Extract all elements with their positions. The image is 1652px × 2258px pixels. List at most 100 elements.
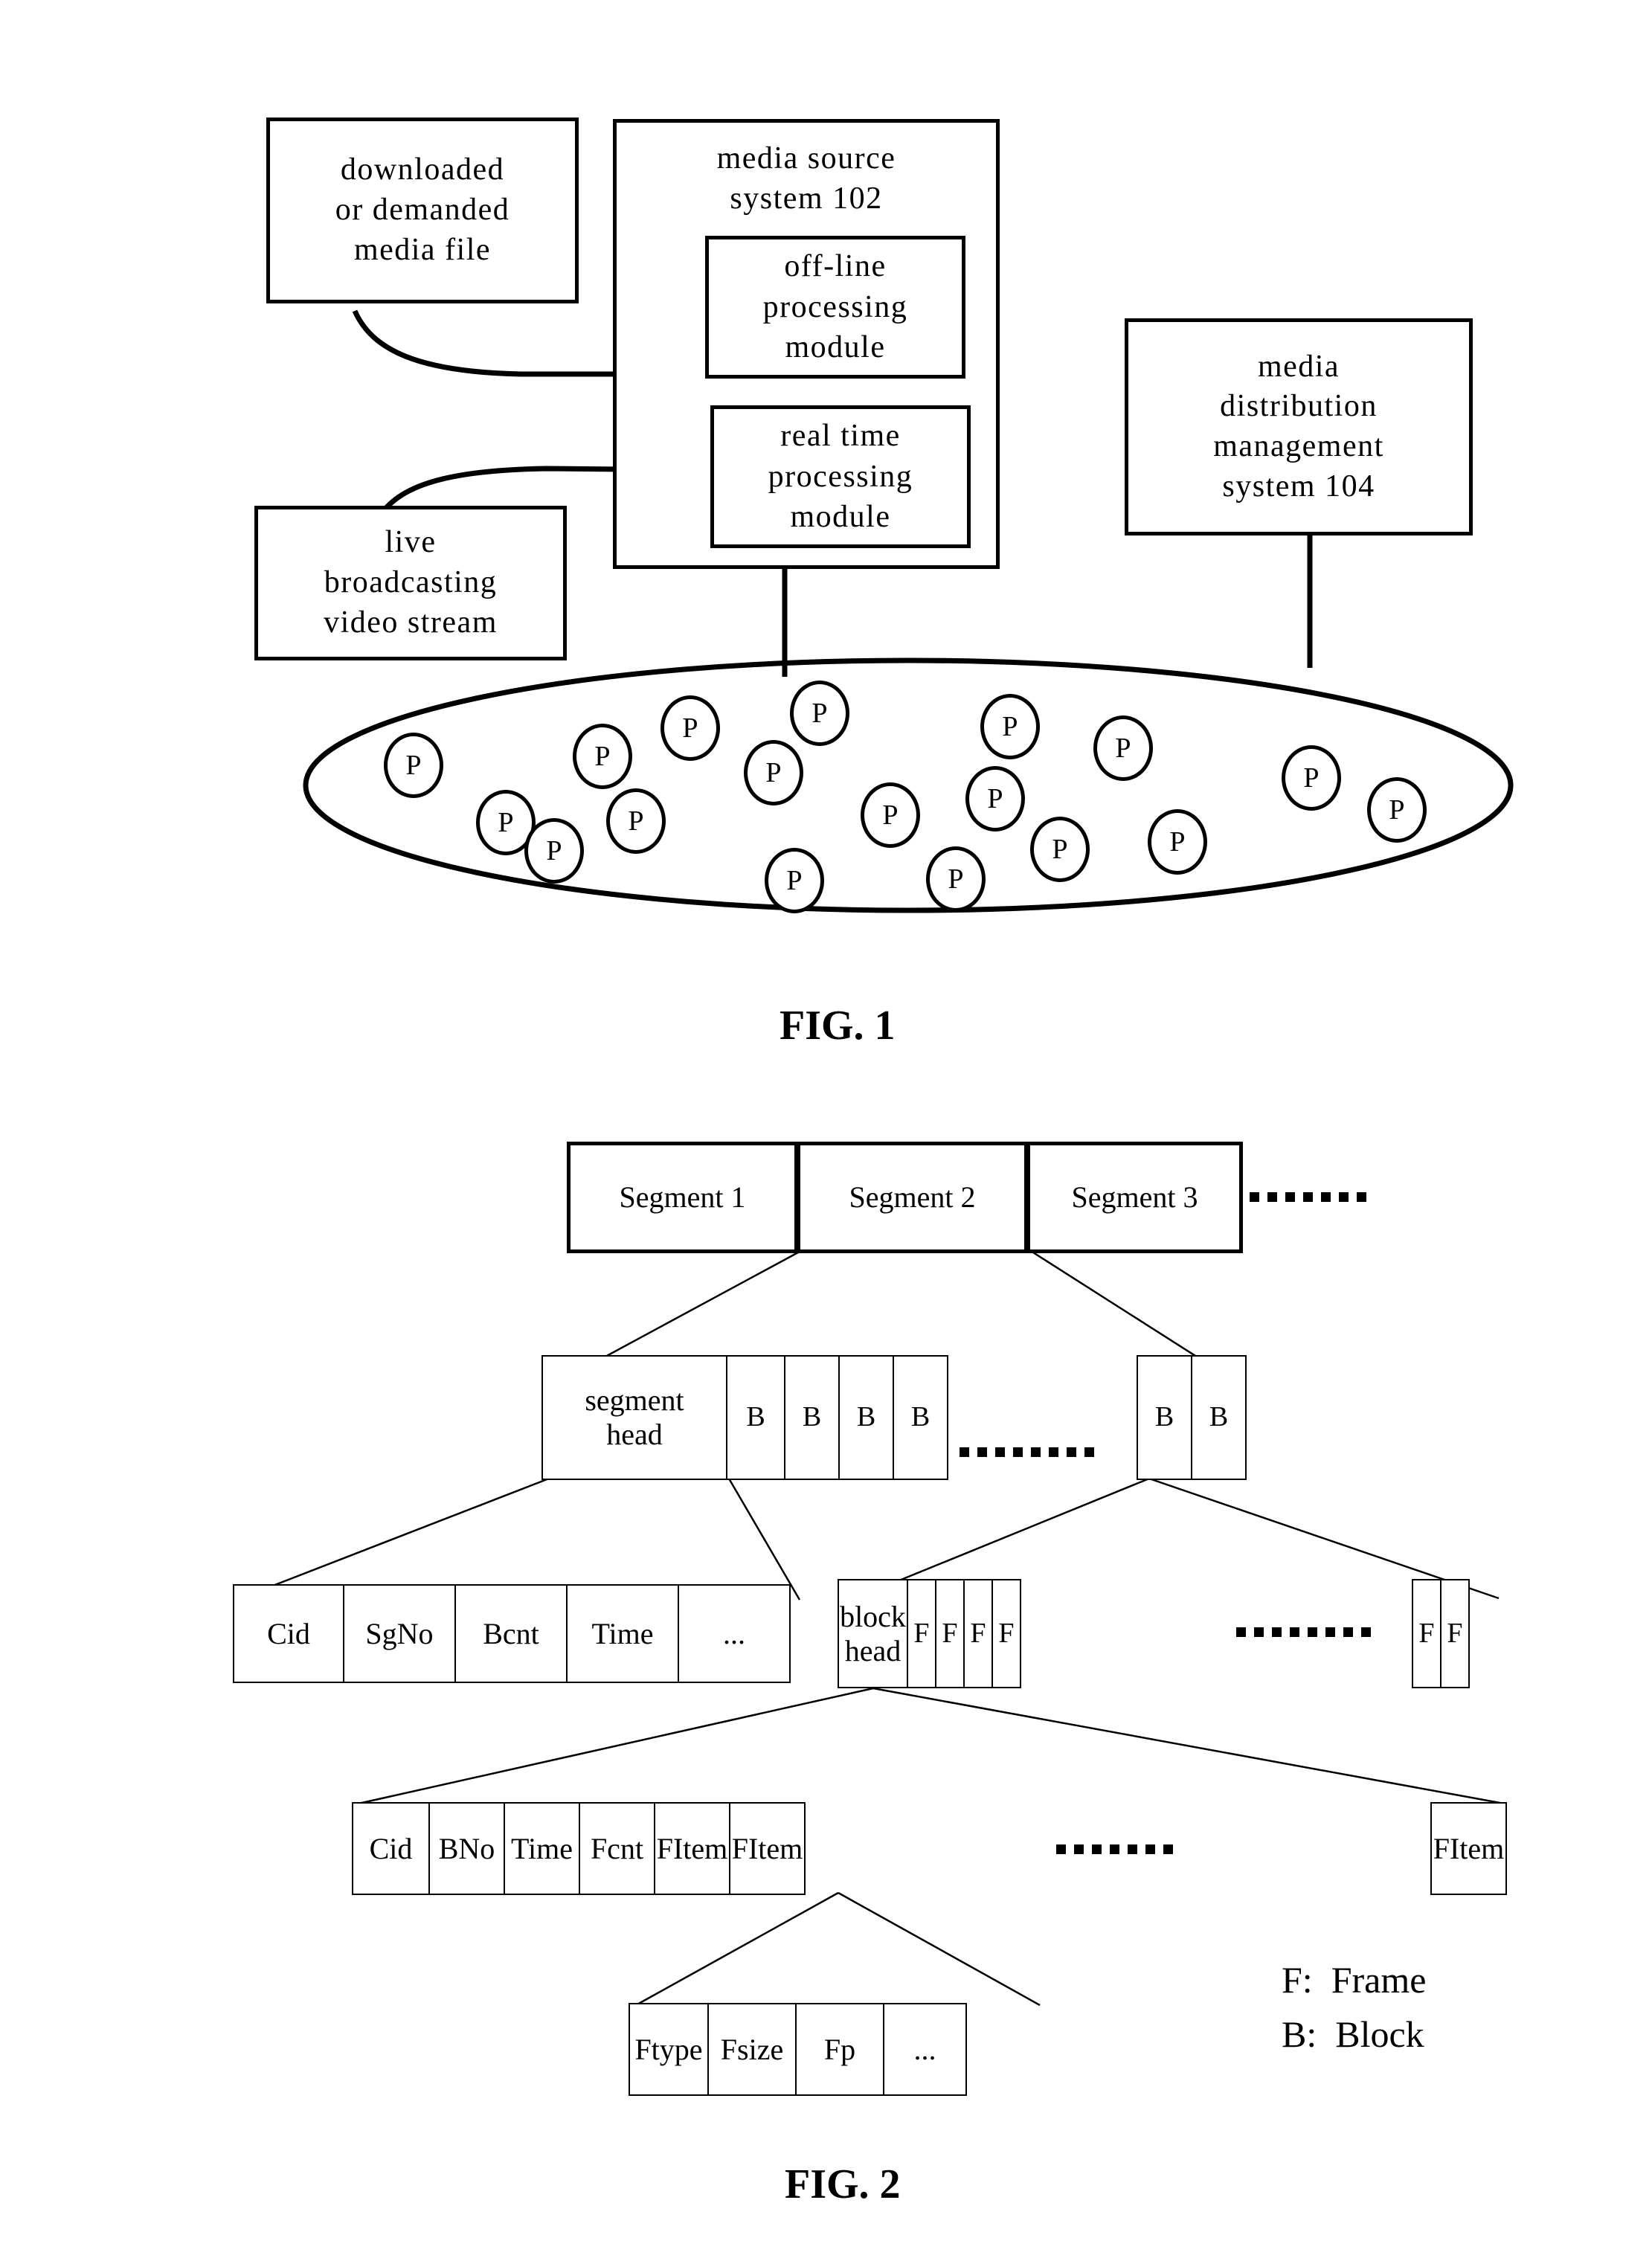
peer-node: P (926, 846, 986, 912)
media-distribution-line-3: management (1213, 429, 1384, 463)
peer-label: P (1169, 826, 1186, 858)
block-head-line-1: block (840, 1599, 906, 1633)
segment-head-line-2: head (606, 1418, 663, 1451)
block-cell: B (1137, 1355, 1192, 1480)
peer-node: P (744, 740, 803, 805)
block-cell-label: B (746, 1401, 765, 1433)
fitem-field-cell: Fsize (707, 2003, 797, 2096)
block-head-field-cell: Fcnt (579, 1802, 655, 1895)
peer-label: P (682, 713, 698, 744)
peer-label: P (1002, 711, 1018, 742)
fitem-field-cell: ... (883, 2003, 967, 2096)
peer-node: P (1367, 777, 1427, 843)
peer-label: P (1303, 762, 1320, 794)
block-cell-label: B (802, 1401, 822, 1433)
block-head-field-cell: FItem (654, 1802, 730, 1895)
figure-2-caption: FIG. 2 (785, 2161, 901, 2207)
block-cell-label: B (1209, 1401, 1229, 1433)
peer-label: P (546, 835, 562, 866)
peer-label: P (882, 800, 899, 831)
peer-label: P (1389, 794, 1405, 826)
segment-detail-continuation-dots (960, 1447, 1094, 1457)
block-head-field-cell: BNo (428, 1802, 505, 1895)
block-head-fields-tail-strip: FItem (1430, 1802, 1507, 1895)
block-cell: B (726, 1355, 785, 1480)
realtime-processing-module-box: real time processing module (710, 405, 971, 548)
peer-node: P (1030, 817, 1090, 882)
segment-head-field-cell: Bcnt (454, 1584, 568, 1683)
fitem-fields-strip: Ftype Fsize Fp ... (629, 2003, 967, 2096)
segment-cell: Segment 2 (797, 1142, 1028, 1253)
segment-head-field-label: SgNo (365, 1616, 434, 1650)
live-stream-line-2: broadcasting (324, 565, 498, 600)
block-head-field-label: FItem (731, 1831, 803, 1865)
peer-node: P (980, 694, 1040, 759)
live-stream-line-1: live (385, 525, 437, 560)
segment-cell-label: Segment 1 (619, 1180, 746, 1214)
fitem-field-cell: Fp (795, 2003, 884, 2096)
segment-detail-strip: segment head B B B B (541, 1355, 948, 1480)
block-cell-label: B (910, 1401, 931, 1433)
block-cell: B (838, 1355, 894, 1480)
link-blockhead-to-fields-right (872, 1687, 1505, 1805)
segment-head-field-label: Bcnt (483, 1616, 539, 1650)
fitem-field-cell: Ftype (629, 2003, 709, 2096)
media-distribution-line-4: system 104 (1222, 469, 1375, 504)
block-head-fields-strip: Cid BNo Time Fcnt FItem FItem (352, 1802, 806, 1895)
segment-head-field-cell: Time (566, 1584, 679, 1683)
block-head-field-cell: Time (504, 1802, 580, 1895)
block-cell: B (1191, 1355, 1247, 1480)
frame-cell-label: F (1447, 1617, 1463, 1649)
block-head-field-label: Fcnt (590, 1831, 644, 1865)
frame-cell: F (935, 1579, 965, 1688)
frame-cell-label: F (1418, 1617, 1435, 1649)
fitem-field-label: Ftype (634, 2032, 703, 2066)
block-head-cell: block head (838, 1579, 908, 1688)
realtime-module-line-1: real time (780, 419, 901, 454)
realtime-module-line-3: module (790, 500, 891, 535)
block-head-field-label: BNo (438, 1831, 495, 1865)
block-head-field-cell: FItem (1430, 1802, 1507, 1895)
peer-label: P (765, 757, 782, 788)
segment-detail-tail-strip: B B (1137, 1355, 1247, 1480)
segment-head-fields-strip: Cid SgNo Bcnt Time ... (233, 1584, 791, 1683)
peer-label: P (811, 698, 828, 729)
peer-label: P (498, 807, 514, 838)
frame-cell: F (991, 1579, 1021, 1688)
fitem-field-label: ... (913, 2032, 936, 2066)
segment-row-continuation-dots (1250, 1192, 1366, 1202)
offline-processing-module-box: off-line processing module (705, 236, 965, 379)
block-cell: B (893, 1355, 948, 1480)
segment-cell-label: Segment 3 (1071, 1180, 1198, 1214)
media-source-system-line-1: media source (716, 141, 896, 176)
peer-node: P (1093, 715, 1153, 781)
downloaded-media-line-2: or demanded (335, 193, 510, 228)
downloaded-media-file-box: downloaded or demanded media file (266, 118, 579, 303)
block-detail-continuation-dots (1236, 1627, 1371, 1637)
peer-label: P (786, 865, 803, 896)
block-head-field-label: Cid (369, 1831, 413, 1865)
segment-head-field-label: ... (723, 1616, 745, 1650)
peer-label: P (628, 805, 644, 837)
frame-cell-label: F (998, 1617, 1015, 1649)
downloaded-media-line-1: downloaded (340, 152, 505, 187)
peer-node: P (384, 733, 443, 798)
link-fitem-to-fields-right (838, 1891, 1041, 2007)
block-head-fields-continuation-dots (1056, 1844, 1173, 1854)
media-distribution-line-1: media (1257, 349, 1340, 384)
frame-cell-label: F (942, 1617, 958, 1649)
peer-node: P (765, 848, 824, 913)
peer-node: P (790, 681, 849, 746)
peer-label: P (1115, 733, 1131, 764)
segment-head-field-cell: ... (678, 1584, 791, 1683)
peer-node: P (661, 695, 720, 761)
fitem-field-label: Fsize (720, 2032, 784, 2066)
peer-node: P (861, 782, 920, 848)
peer-label: P (987, 783, 1003, 814)
peer-node: P (1282, 745, 1341, 811)
block-head-field-cell: FItem (729, 1802, 806, 1895)
segment-cell: Segment 3 (1026, 1142, 1243, 1253)
peer-label: P (948, 863, 964, 895)
block-head-field-label: FItem (656, 1831, 728, 1865)
peer-label: P (1052, 834, 1068, 865)
